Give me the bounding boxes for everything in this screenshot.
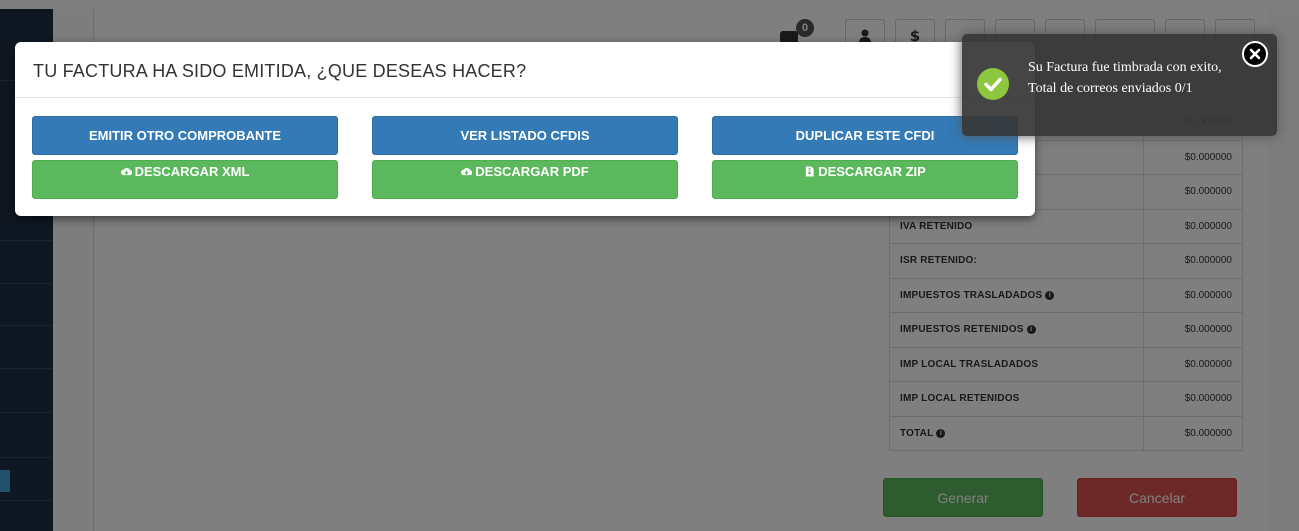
emit-another-button[interactable]: EMITIR OTRO COMPROBANTE — [32, 116, 338, 155]
download-pdf-label: DESCARGAR PDF — [475, 164, 589, 179]
dialog-title: TU FACTURA HA SIDO EMITIDA, ¿QUE DESEAS … — [33, 61, 527, 81]
cloud-download-icon — [120, 168, 132, 176]
invoice-issued-dialog: TU FACTURA HA SIDO EMITIDA, ¿QUE DESEAS … — [15, 42, 1035, 216]
dialog-header: TU FACTURA HA SIDO EMITIDA, ¿QUE DESEAS … — [15, 42, 1035, 98]
toast-close-icon[interactable] — [1242, 41, 1268, 67]
download-pdf-button[interactable]: DESCARGAR PDF — [372, 160, 678, 199]
check-circle-icon — [977, 68, 1009, 100]
toast-message: Su Factura fue timbrada con exito, Total… — [1028, 57, 1258, 99]
success-toast: Su Factura fue timbrada con exito, Total… — [962, 34, 1277, 136]
file-archive-icon — [806, 166, 814, 177]
cloud-download-icon — [461, 168, 473, 176]
download-zip-label: DESCARGAR ZIP — [818, 164, 926, 179]
download-xml-button[interactable]: DESCARGAR XML — [32, 160, 338, 199]
download-zip-button[interactable]: DESCARGAR ZIP — [712, 160, 1018, 199]
view-cfdi-list-button[interactable]: VER LISTADO CFDIS — [372, 116, 678, 155]
download-xml-label: DESCARGAR XML — [134, 164, 250, 179]
toast-line-2: Total de correos enviados 0/1 — [1028, 81, 1193, 96]
toast-line-1: Su Factura fue timbrada con exito, — [1028, 60, 1222, 75]
